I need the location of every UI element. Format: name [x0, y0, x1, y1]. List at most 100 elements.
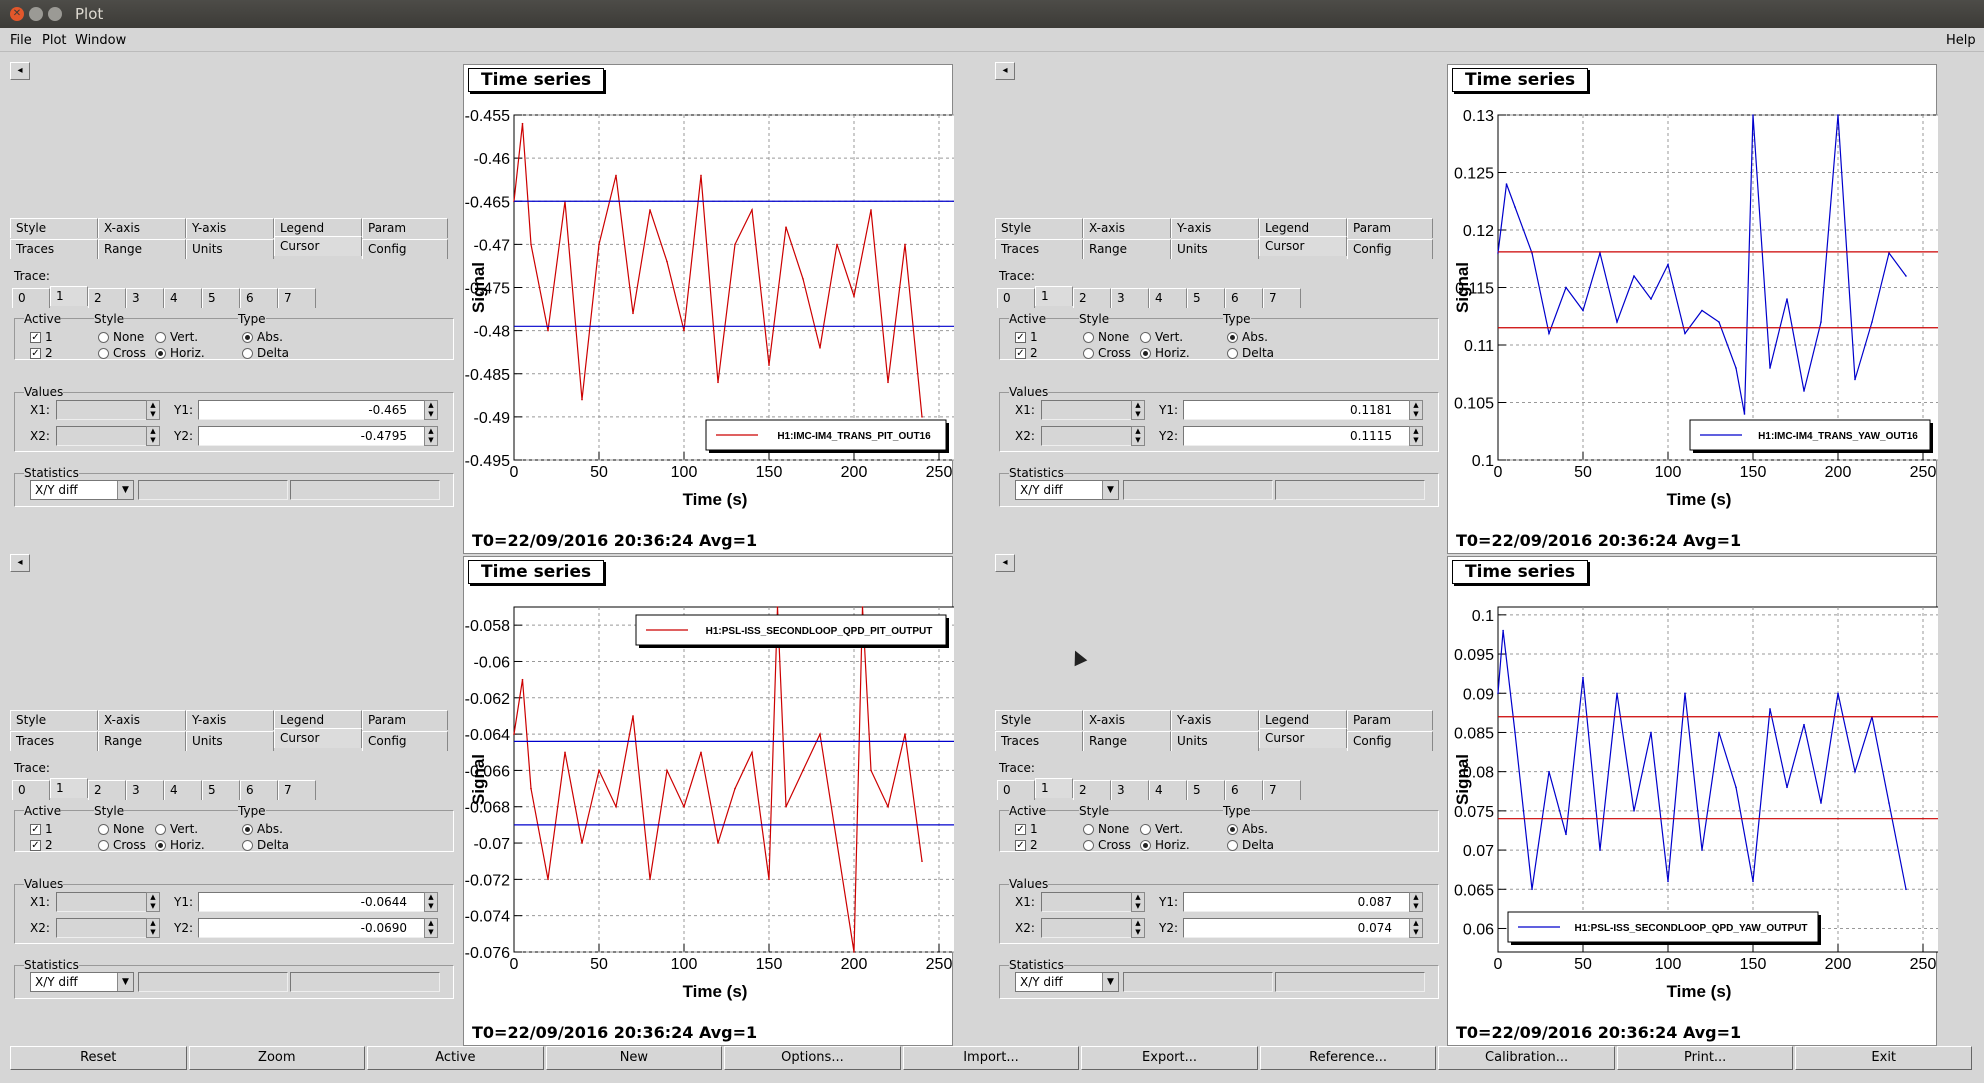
tab-legend[interactable]: Legend	[1259, 218, 1347, 238]
tab-param[interactable]: Param	[1347, 218, 1433, 238]
radio-icon[interactable]	[98, 332, 109, 343]
tab-legend[interactable]: Legend	[274, 710, 362, 730]
radio-style-cross[interactable]: Cross	[98, 346, 146, 360]
trace-tab[interactable]: 5	[1187, 780, 1225, 800]
x-value-field[interactable]	[1041, 918, 1133, 938]
active-checkbox[interactable]: ✓ 2	[30, 346, 53, 360]
menu-file[interactable]: File	[10, 33, 32, 48]
y-value-field[interactable]: -0.0690	[198, 918, 436, 938]
radio-style-cross[interactable]: Cross	[1083, 346, 1131, 360]
tab-traces[interactable]: Traces	[995, 239, 1083, 259]
trace-tab[interactable]: 2	[88, 288, 126, 308]
x-spinner[interactable]: ▲ ▼	[1131, 892, 1145, 912]
tab-y-axis[interactable]: Y-axis	[1171, 218, 1259, 238]
trace-tab[interactable]: 0	[997, 780, 1035, 800]
trace-tab[interactable]: 6	[240, 288, 278, 308]
radio-icon[interactable]	[155, 332, 166, 343]
chevron-down-icon[interactable]: ▼	[117, 481, 133, 499]
tab-cursor[interactable]: Cursor	[274, 728, 362, 748]
active-checkbox[interactable]: ✓ 1	[1015, 330, 1038, 344]
radio-icon[interactable]	[1227, 348, 1238, 359]
tab-units[interactable]: Units	[1171, 239, 1259, 259]
active-checkbox[interactable]: ✓ 2	[1015, 838, 1038, 852]
x-value-field[interactable]	[1041, 400, 1133, 420]
trace-tab[interactable]: 6	[240, 780, 278, 800]
menu-plot[interactable]: Plot	[42, 33, 67, 48]
maximize-icon[interactable]	[48, 7, 62, 21]
trace-tab[interactable]: 5	[1187, 288, 1225, 308]
x-spinner[interactable]: ▲ ▼	[146, 426, 160, 446]
print-button[interactable]: Print...	[1616, 1046, 1794, 1070]
trace-tab[interactable]: 6	[1225, 780, 1263, 800]
radio-style-none[interactable]: None	[98, 330, 144, 344]
tab-range[interactable]: Range	[1083, 239, 1171, 259]
collapse-arrow-icon[interactable]: ◂	[10, 62, 30, 80]
radio-icon[interactable]	[155, 348, 166, 359]
radio-type-delta[interactable]: Delta	[1227, 346, 1274, 360]
trace-tab[interactable]: 7	[278, 780, 316, 800]
x-value-field[interactable]	[56, 892, 148, 912]
collapse-arrow-icon[interactable]: ◂	[995, 554, 1015, 572]
tab-y-axis[interactable]: Y-axis	[186, 710, 274, 730]
y-spinner[interactable]: ▲ ▼	[1409, 426, 1423, 446]
radio-icon[interactable]	[1140, 824, 1151, 835]
trace-tab[interactable]: 1	[50, 778, 88, 798]
tab-legend[interactable]: Legend	[274, 218, 362, 238]
trace-tab[interactable]: 4	[1149, 288, 1187, 308]
tab-param[interactable]: Param	[362, 218, 448, 238]
chevron-down-icon[interactable]: ▼	[1102, 481, 1118, 499]
reset-button[interactable]: Reset	[10, 1046, 187, 1070]
trace-tab[interactable]: 5	[202, 288, 240, 308]
export-button[interactable]: Export...	[1081, 1046, 1258, 1070]
plot-area[interactable]: Time series T0=22/09/2016 20:36:24 Avg=1 0…	[463, 64, 954, 554]
radio-icon[interactable]	[1083, 348, 1094, 359]
trace-tab[interactable]: 3	[1111, 288, 1149, 308]
x-value-field[interactable]	[1041, 892, 1133, 912]
y-value-field[interactable]: 0.087	[1183, 892, 1421, 912]
tab-traces[interactable]: Traces	[10, 239, 98, 259]
y-spinner[interactable]: ▲ ▼	[424, 400, 438, 420]
trace-tab[interactable]: 5	[202, 780, 240, 800]
radio-style-none[interactable]: None	[1083, 822, 1129, 836]
minimize-icon[interactable]	[29, 7, 43, 21]
check-icon[interactable]: ✓	[30, 332, 41, 343]
trace-tab[interactable]: 2	[88, 780, 126, 800]
chevron-down-icon[interactable]: ▼	[1102, 973, 1118, 991]
radio-style-cross[interactable]: Cross	[98, 838, 146, 852]
radio-icon[interactable]	[98, 840, 109, 851]
radio-icon[interactable]	[242, 840, 253, 851]
radio-type-abs[interactable]: Abs.	[242, 822, 283, 836]
active-checkbox[interactable]: ✓ 1	[1015, 822, 1038, 836]
active-checkbox[interactable]: ✓ 2	[30, 838, 53, 852]
plot-area[interactable]: Time series T0=22/09/2016 20:36:24 Avg=1 0…	[1447, 64, 1938, 554]
radio-icon[interactable]	[1140, 332, 1151, 343]
radio-style-horiz[interactable]: Horiz.	[1140, 838, 1190, 852]
radio-icon[interactable]	[1140, 840, 1151, 851]
import-button[interactable]: Import...	[902, 1046, 1080, 1070]
trace-tab[interactable]: 1	[1035, 286, 1073, 306]
trace-tab[interactable]: 2	[1073, 780, 1111, 800]
plot-area[interactable]: Time series T0=22/09/2016 20:36:24 Avg=1 0…	[1447, 556, 1938, 1046]
y-value-field[interactable]: -0.0644	[198, 892, 436, 912]
radio-icon[interactable]	[1083, 824, 1094, 835]
check-icon[interactable]: ✓	[30, 840, 41, 851]
trace-tab[interactable]: 1	[1035, 778, 1073, 798]
statistics-combo[interactable]: X/Y diff ▼	[1015, 480, 1119, 500]
tab-units[interactable]: Units	[186, 239, 274, 259]
tab-range[interactable]: Range	[1083, 731, 1171, 751]
active-checkbox[interactable]: ✓ 1	[30, 822, 53, 836]
check-icon[interactable]: ✓	[1015, 332, 1026, 343]
exit-button[interactable]: Exit	[1795, 1046, 1972, 1070]
tab-cursor[interactable]: Cursor	[1259, 236, 1347, 256]
radio-style-vert[interactable]: Vert.	[1140, 330, 1183, 344]
menu-window[interactable]: Window	[75, 33, 126, 48]
statistics-combo[interactable]: X/Y diff ▼	[1015, 972, 1119, 992]
tab-style[interactable]: Style	[995, 710, 1083, 730]
check-icon[interactable]: ✓	[30, 348, 41, 359]
tab-config[interactable]: Config	[362, 239, 448, 259]
reference-button[interactable]: Reference...	[1259, 1046, 1437, 1070]
radio-icon[interactable]	[1227, 824, 1238, 835]
tab-param[interactable]: Param	[1347, 710, 1433, 730]
radio-icon[interactable]	[1227, 840, 1238, 851]
tab-y-axis[interactable]: Y-axis	[186, 218, 274, 238]
